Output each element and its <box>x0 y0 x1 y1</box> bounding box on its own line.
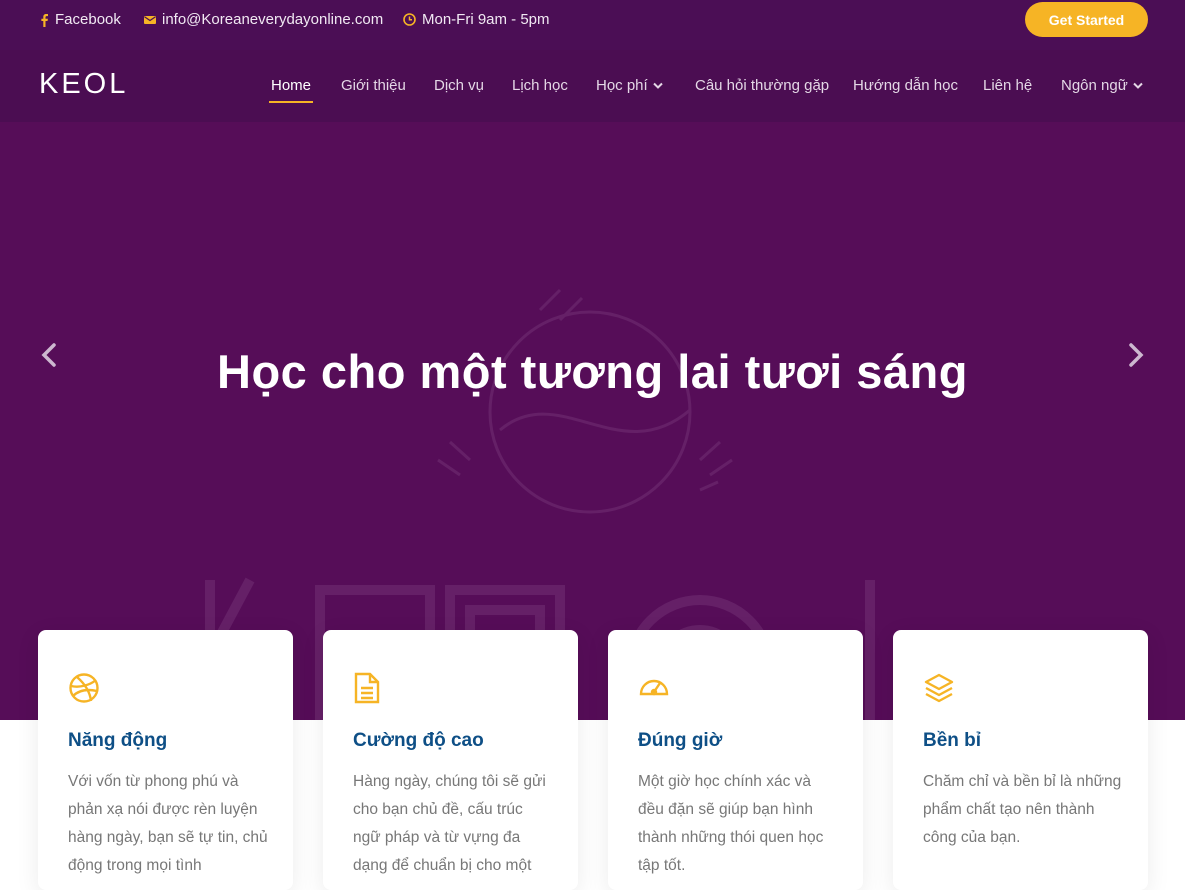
nav-item-label: Ngôn ngữ <box>1061 77 1128 94</box>
feature-description: Với vốn từ phong phú và phản xạ nói được… <box>68 773 268 874</box>
feature-description: Chăm chỉ và bền bỉ là những phẩm chất tạ… <box>923 773 1122 846</box>
nav-item-2[interactable]: Dịch vụ <box>434 77 484 94</box>
get-started-button[interactable]: Get Started <box>1025 2 1148 37</box>
nav-item-label: Lịch học <box>512 77 568 94</box>
envelope-icon <box>144 15 156 24</box>
feature-card: Bền bỉ Chăm chỉ và bền bỉ là những phẩm c… <box>893 630 1148 890</box>
feature-title: Bền bỉ <box>923 730 982 751</box>
feature-title: Đúng giờ <box>638 730 723 751</box>
main-navbar: KEOL Home Giới thiệu Dịch vụ Lịch học Học ph… <box>0 50 1185 122</box>
chevron-down-icon <box>1133 82 1143 89</box>
feature-card: Đúng giờ Một giờ học chính xác và đều đặn… <box>608 630 863 890</box>
nav-item-0[interactable]: Home <box>268 77 314 103</box>
feature-description: Hàng ngày, chúng tôi sẽ gửi cho bạn chủ … <box>353 773 546 874</box>
clock-icon <box>403 13 416 26</box>
top-bar: Facebook info@Koreaneverydayonline.com M… <box>0 0 1185 50</box>
nav-item-6[interactable]: Hướng dẫn học <box>853 77 958 94</box>
nav-item-label: Học phí <box>596 77 648 94</box>
nav-item-5[interactable]: Câu hỏi thường gặp <box>695 77 829 94</box>
email-label: info@Koreaneverydayonline.com <box>162 11 384 28</box>
nav-item-label: Hướng dẫn học <box>853 77 958 94</box>
office-hours-label: Mon-Fri 9am - 5pm <box>422 11 550 28</box>
facebook-icon <box>41 13 48 27</box>
dribbble-icon <box>68 672 100 709</box>
nav-item-1[interactable]: Giới thiệu <box>341 77 406 94</box>
nav-item-label: Home <box>271 77 312 94</box>
hero-section: KEOL Home Giới thiệu Dịch vụ Lịch học Học ph… <box>0 50 1185 720</box>
feature-title: Cường độ cao <box>353 730 484 751</box>
chevron-down-icon <box>652 82 663 89</box>
facebook-link[interactable]: Facebook <box>39 11 121 28</box>
speedometer-icon <box>638 672 670 705</box>
carousel-prev-arrow-icon[interactable] <box>40 341 58 369</box>
site-logo[interactable]: KEOL <box>39 68 128 101</box>
nav-item-label: Câu hỏi thường gặp <box>695 77 830 94</box>
nav-item-7[interactable]: Liên hệ <box>983 77 1032 94</box>
nav-item-label: Dịch vụ <box>434 77 485 94</box>
carousel-next-arrow-icon[interactable] <box>1127 341 1145 369</box>
nav-item-label: Liên hệ <box>983 77 1033 94</box>
email-link[interactable]: info@Koreaneverydayonline.com <box>144 11 383 28</box>
nav-item-4[interactable]: Học phí <box>596 77 663 94</box>
nav-item-8[interactable]: Ngôn ngữ <box>1061 77 1143 94</box>
document-icon <box>353 672 381 709</box>
feature-title: Năng động <box>68 730 168 751</box>
feature-description: Một giờ học chính xác và đều đặn sẽ giúp… <box>638 773 824 874</box>
feature-card: Năng động Với vốn từ phong phú và phản xạ… <box>38 630 293 890</box>
feature-card: Cường độ cao Hàng ngày, chúng tôi sẽ gửi … <box>323 630 578 890</box>
layers-icon <box>923 672 955 709</box>
nav-item-label: Giới thiệu <box>341 77 406 94</box>
office-hours: Mon-Fri 9am - 5pm <box>403 11 550 28</box>
nav-item-3[interactable]: Lịch học <box>512 77 568 94</box>
hero-title: Học cho một tương lai tươi sáng <box>217 345 968 398</box>
facebook-label: Facebook <box>55 11 121 28</box>
